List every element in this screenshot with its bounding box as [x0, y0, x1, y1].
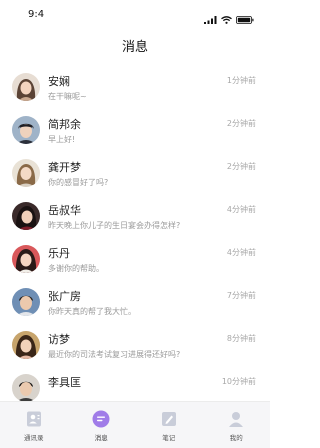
contact-name: 乐丹	[48, 247, 70, 260]
list-item[interactable]: 访梦 最近你的司法考试复习进展得还好吗? 8分钟前	[0, 318, 270, 361]
message-preview: 昨天晚上你儿子的生日宴会办得怎样?	[48, 221, 181, 230]
list-item[interactable]: 李具匡 10分钟前	[0, 361, 270, 402]
message-time: 2分钟前	[226, 119, 256, 128]
message-preview: 在干嘛呢~	[48, 92, 87, 101]
tab-label: 笔记	[162, 434, 176, 442]
message-time: 7分钟前	[226, 291, 256, 300]
message-time: 8分钟前	[226, 334, 256, 343]
contact-name: 安娴	[48, 75, 70, 88]
tab-label: 消息	[94, 434, 108, 442]
message-list[interactable]: 安娴 在干嘛呢~ 1分钟前 简邦余 早上好! 2分钟前 龚开梦 你的感冒好了吗?…	[0, 60, 270, 402]
profile-icon	[227, 410, 245, 428]
avatar[interactable]	[12, 116, 40, 144]
avatar[interactable]	[12, 374, 40, 402]
contacts-icon	[25, 410, 43, 428]
message-time: 4分钟前	[226, 248, 256, 257]
tab-label: 通讯录	[24, 434, 44, 442]
tab-contacts[interactable]: 通讯录	[0, 402, 68, 448]
tab-profile[interactable]: 我的	[203, 402, 271, 448]
tab-bar: 通讯录 消息 笔记 我的	[0, 401, 270, 448]
message-icon	[92, 410, 110, 428]
battery-icon	[236, 9, 254, 28]
message-preview: 你昨天真的帮了我大忙。	[48, 307, 136, 316]
list-item[interactable]: 龚开梦 你的感冒好了吗? 2分钟前	[0, 146, 270, 189]
wifi-icon	[221, 9, 232, 28]
message-preview: 早上好!	[48, 135, 76, 144]
message-preview: 你的感冒好了吗?	[48, 178, 109, 187]
message-time: 10分钟前	[221, 377, 256, 386]
list-item[interactable]: 张广房 你昨天真的帮了我大忙。 7分钟前	[0, 275, 270, 318]
status-time: 9:4	[28, 9, 45, 20]
contact-name: 李具匡	[48, 376, 81, 389]
message-preview: 最近你的司法考试复习进展得还好吗?	[48, 350, 181, 359]
avatar[interactable]	[12, 202, 40, 230]
avatar[interactable]	[12, 288, 40, 316]
cellular-signal-icon	[204, 9, 217, 28]
status-bar: 9:4	[0, 0, 270, 30]
avatar[interactable]	[12, 159, 40, 187]
message-time: 2分钟前	[226, 162, 256, 171]
page-title: 消息	[121, 40, 148, 55]
list-item[interactable]: 岳叔华 昨天晚上你儿子的生日宴会办得怎样? 4分钟前	[0, 189, 270, 232]
avatar[interactable]	[12, 331, 40, 359]
contact-name: 简邦余	[48, 118, 81, 131]
list-item[interactable]: 乐丹 多谢你的帮助。 4分钟前	[0, 232, 270, 275]
contact-name: 龚开梦	[48, 161, 81, 174]
message-time: 4分钟前	[226, 205, 256, 214]
status-icons	[204, 9, 254, 28]
tab-label: 我的	[229, 434, 243, 442]
avatar[interactable]	[12, 73, 40, 101]
tab-messages[interactable]: 消息	[68, 402, 136, 448]
message-preview: 多谢你的帮助。	[48, 264, 104, 273]
note-icon	[160, 410, 178, 428]
contact-name: 访梦	[48, 333, 70, 346]
avatar[interactable]	[12, 245, 40, 273]
tab-notes[interactable]: 笔记	[135, 402, 203, 448]
contact-name: 张广房	[48, 290, 81, 303]
message-time: 1分钟前	[226, 76, 256, 85]
list-item[interactable]: 安娴 在干嘛呢~ 1分钟前	[0, 60, 270, 103]
contact-name: 岳叔华	[48, 204, 81, 217]
list-item[interactable]: 简邦余 早上好! 2分钟前	[0, 103, 270, 146]
app-screen: 9:4 消息 安娴 在干嘛呢~ 1分钟前 简邦余 早上好! 2分钟前 龚开梦 你…	[0, 0, 270, 448]
